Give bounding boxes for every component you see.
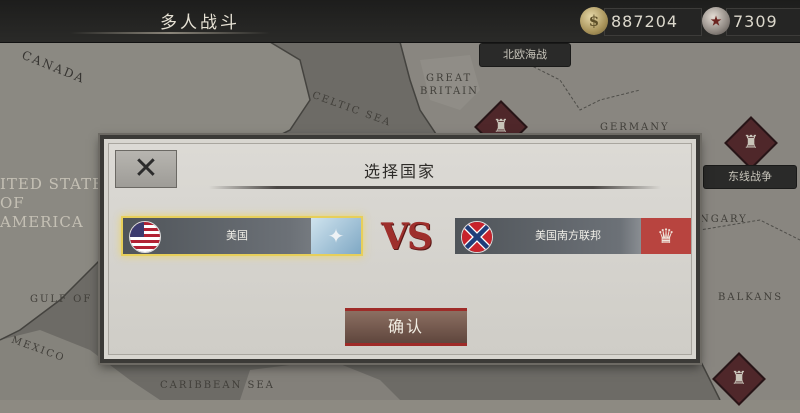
- top-bar: 多人战斗 887204 $ 7309 ★: [0, 0, 800, 43]
- vs-label: VS: [381, 216, 433, 258]
- page-title: 多人战斗: [160, 13, 240, 33]
- medal-amount: 7309: [726, 8, 800, 36]
- nation-option-usa[interactable]: 美国 ✦: [123, 218, 361, 254]
- medal-currency[interactable]: 7309 ★: [702, 5, 800, 37]
- title-underline: [70, 32, 270, 34]
- gold-amount: 887204: [604, 8, 702, 36]
- eagle-emblem-icon: ✦: [311, 218, 361, 254]
- confederate-flag-icon: [461, 221, 493, 253]
- usa-flag-icon: [129, 221, 161, 253]
- title-divider: [209, 186, 661, 189]
- confirm-button[interactable]: 确认: [345, 308, 467, 346]
- gold-currency[interactable]: 887204 $: [580, 5, 710, 37]
- select-country-dialog: ✕ 选择国家 美国 ✦ VS 美国南方联邦 ♛ 确认: [100, 135, 700, 363]
- nation-option-csa[interactable]: 美国南方联邦 ♛: [455, 218, 691, 254]
- dialog-body: ✕ 选择国家 美国 ✦ VS 美国南方联邦 ♛ 确认: [108, 143, 692, 355]
- gold-coin-icon: $: [580, 7, 608, 35]
- medal-coin-icon: ★: [702, 7, 730, 35]
- confirm-label: 确认: [387, 317, 424, 336]
- nation-name-usa: 美国: [226, 229, 248, 242]
- nation-name-csa: 美国南方联邦: [535, 229, 601, 242]
- dialog-title: 选择国家: [363, 162, 436, 181]
- crown-emblem-icon: ♛: [641, 218, 691, 254]
